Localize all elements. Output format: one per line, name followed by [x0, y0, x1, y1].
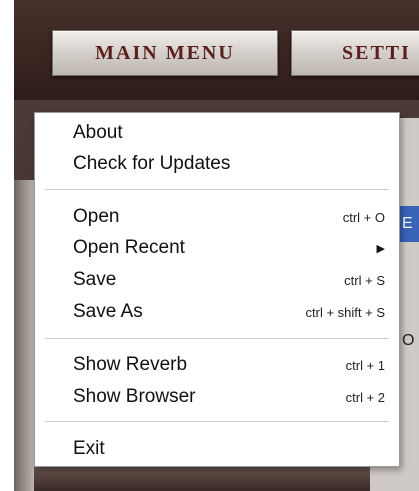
selected-list-item-text: E — [402, 215, 413, 232]
menu-item-check-for-updates[interactable]: Check for Updates — [35, 150, 399, 178]
menu-item-about[interactable]: About — [35, 119, 399, 147]
menu-item-shortcut: ctrl + S — [344, 272, 385, 288]
menu-item-exit[interactable]: Exit — [35, 435, 399, 463]
menu-item-shortcut: ctrl + shift + S — [305, 304, 385, 320]
menu-separator — [45, 189, 389, 190]
menu-item-open[interactable]: Open ctrl + O — [35, 203, 399, 231]
menu-separator — [45, 421, 389, 422]
main-menu-label: MAIN MENU — [95, 41, 235, 64]
list-item[interactable]: O — [399, 326, 419, 356]
menu-item-save-as[interactable]: Save As ctrl + shift + S — [35, 298, 399, 326]
menu-item-shortcut: ctrl + 1 — [345, 357, 385, 373]
list-item-text: O — [402, 332, 415, 349]
menu-item-label: Show Reverb — [73, 354, 188, 375]
menu-item-label: Show Browser — [73, 386, 196, 407]
bottom-panel-edge — [34, 465, 370, 491]
app-window: MAIN MENU SETTI E O About Check for Upda… — [0, 0, 419, 491]
menu-item-label: Save — [73, 269, 117, 290]
caret-right-icon: ▶ — [376, 242, 385, 255]
selected-list-item[interactable]: E — [399, 206, 419, 242]
left-panel-edge — [14, 180, 34, 491]
menu-item-label: Check for Updates — [73, 153, 231, 174]
menu-item-shortcut: ctrl + 2 — [345, 389, 385, 405]
menu-item-save[interactable]: Save ctrl + S — [35, 266, 399, 294]
menu-item-label: Exit — [73, 438, 105, 459]
menu-item-label: Open — [73, 206, 120, 227]
menu-item-open-recent[interactable]: Open Recent ▶ — [35, 234, 399, 262]
main-menu-tab[interactable]: MAIN MENU — [52, 30, 278, 76]
settings-tab[interactable]: SETTI — [291, 30, 419, 76]
menu-item-label: Open Recent — [73, 237, 185, 258]
menu-item-label: About — [73, 122, 123, 143]
menu-item-show-browser[interactable]: Show Browser ctrl + 2 — [35, 383, 399, 411]
menu-item-show-reverb[interactable]: Show Reverb ctrl + 1 — [35, 351, 399, 379]
settings-label: SETTI — [342, 41, 411, 64]
menu-item-label: Save As — [73, 301, 143, 322]
menu-item-shortcut: ctrl + O — [342, 209, 385, 225]
main-menu-dropdown: About Check for Updates Open ctrl + O Op… — [34, 112, 400, 467]
menu-separator — [45, 338, 389, 339]
